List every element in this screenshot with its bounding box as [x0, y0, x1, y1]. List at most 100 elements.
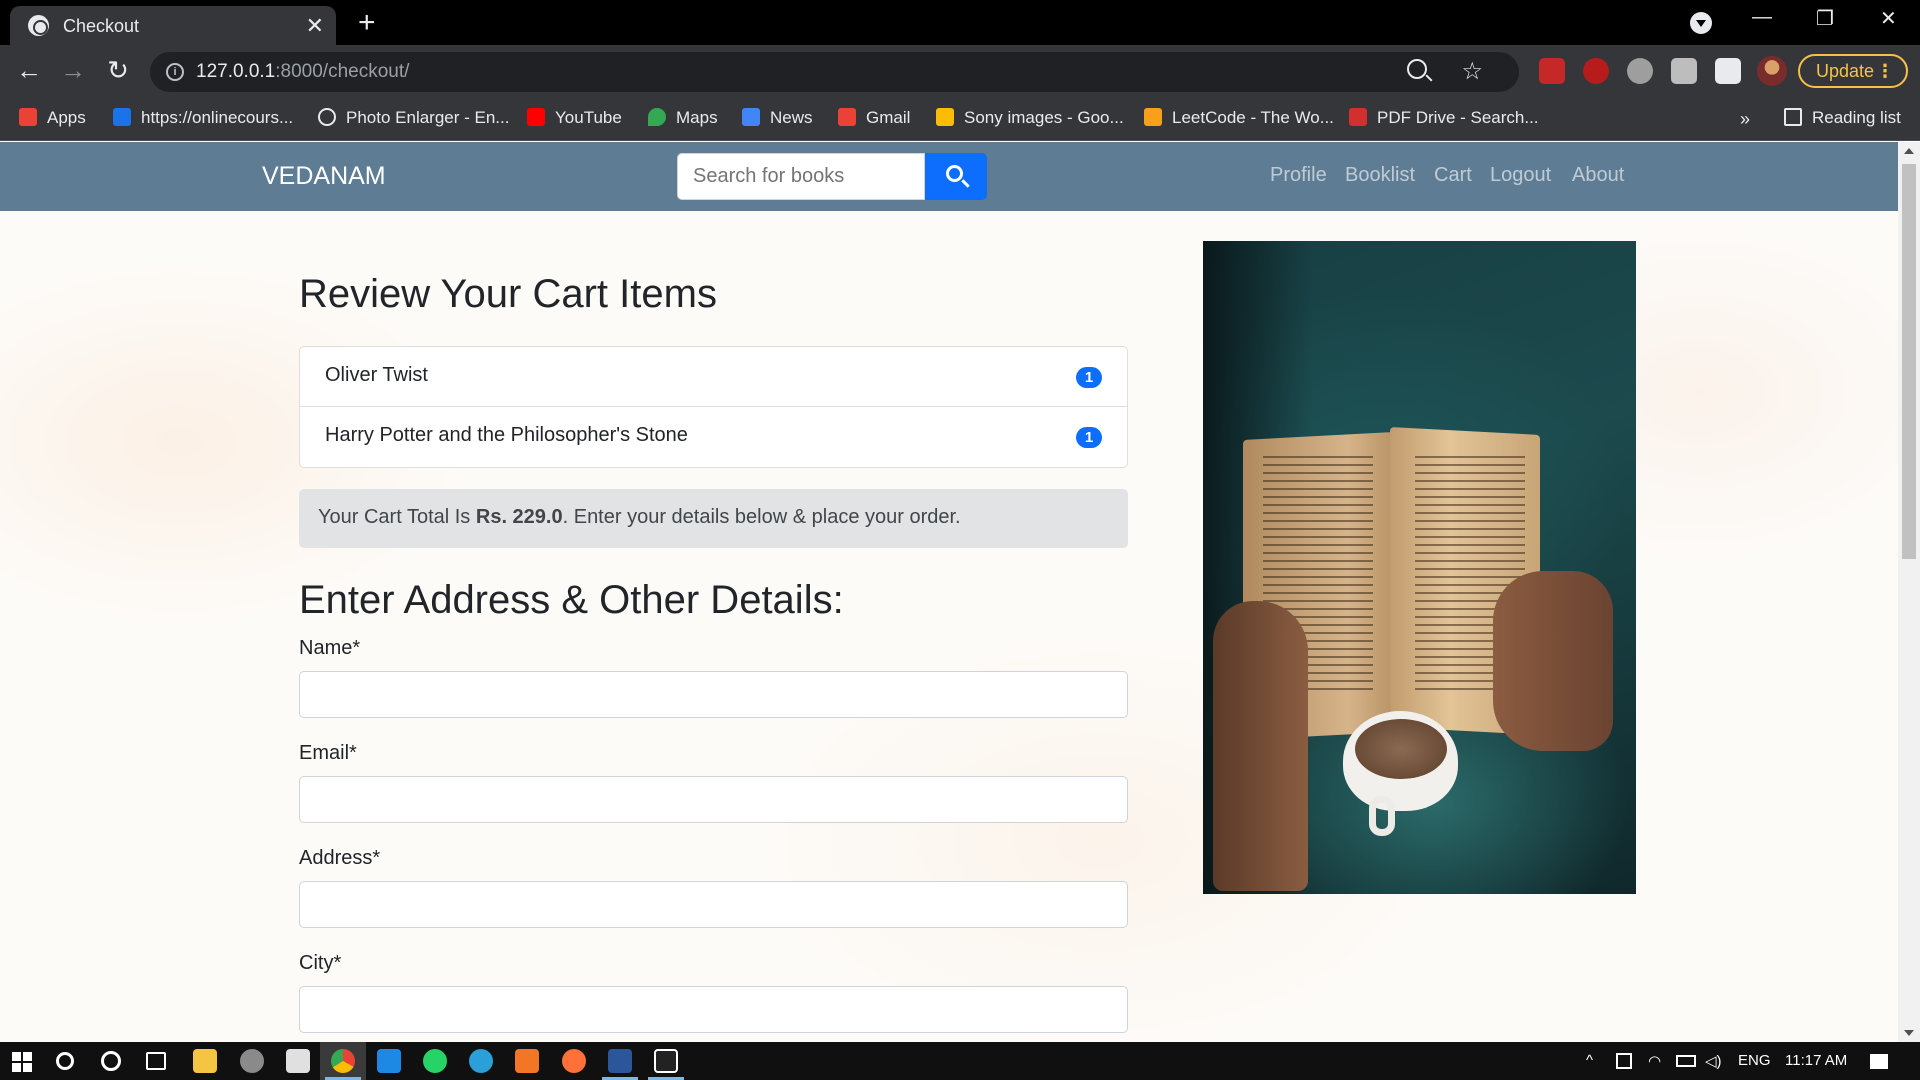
chrome-icon[interactable]: [331, 1049, 355, 1073]
cart-items-list: Oliver Twist 1 Harry Potter and the Phil…: [299, 346, 1128, 468]
name-field[interactable]: [299, 671, 1128, 718]
notifications-icon[interactable]: [1870, 1054, 1888, 1069]
bookmark-star-icon[interactable]: ☆: [1461, 57, 1483, 86]
reading-list-button[interactable]: Reading list: [1784, 105, 1901, 131]
bookmark-leetcode[interactable]: LeetCode - The Wo...: [1144, 105, 1334, 131]
windows-start-icon[interactable]: [12, 1052, 32, 1072]
whatsapp-icon[interactable]: [423, 1049, 447, 1073]
browser-tab-strip: Checkout ✕ + — ❐ ✕: [0, 0, 1920, 45]
tab-checkout[interactable]: Checkout ✕: [10, 6, 336, 45]
search-icon[interactable]: [56, 1052, 74, 1070]
firefox-icon[interactable]: [562, 1049, 586, 1073]
bookmark-pdf-drive[interactable]: PDF Drive - Search...: [1349, 105, 1539, 131]
edge-icon[interactable]: [469, 1049, 493, 1073]
address-bar[interactable]: i 127.0.0.1:8000/checkout/ ☆: [150, 52, 1519, 92]
cortana-icon[interactable]: [101, 1051, 121, 1071]
cart-heading: Review Your Cart Items: [299, 272, 717, 316]
page-scrollbar[interactable]: [1898, 142, 1920, 1042]
bookmark-apps[interactable]: Apps: [19, 105, 86, 131]
menu-dots-icon[interactable]: ⋮: [1876, 56, 1894, 86]
site-brand[interactable]: VEDANAM: [262, 162, 386, 191]
device-icon[interactable]: [1616, 1053, 1632, 1069]
show-hidden-icons-icon[interactable]: ^: [1586, 1052, 1593, 1069]
store-icon[interactable]: [286, 1049, 310, 1073]
search-icon: [946, 165, 963, 182]
extensions-puzzle-icon[interactable]: [1715, 58, 1741, 84]
nav-cart[interactable]: Cart: [1434, 164, 1472, 187]
nav-logout[interactable]: Logout: [1490, 164, 1551, 187]
pocket-extension-icon[interactable]: [1539, 58, 1565, 84]
clock[interactable]: 11:17 AM: [1785, 1052, 1847, 1069]
bookmark-onlinecourses[interactable]: https://onlinecours...: [113, 105, 293, 131]
cart-total-amount: Rs. 229.0: [475, 506, 563, 528]
extension-plane-icon[interactable]: [1671, 58, 1697, 84]
media-player-icon[interactable]: [240, 1049, 264, 1073]
forward-arrow-icon[interactable]: →: [58, 55, 88, 86]
profile-avatar[interactable]: [1757, 56, 1787, 86]
windows-taskbar: ^ ◠ ◁) ENG 11:17 AM: [0, 1042, 1920, 1080]
cart-item: Oliver Twist 1: [300, 347, 1127, 407]
bookmark-photo-enlarger[interactable]: Photo Enlarger - En...: [318, 105, 509, 131]
page-viewport: VEDANAM Profile Booklist Cart Logout Abo…: [0, 142, 1898, 1042]
mail-icon[interactable]: [377, 1049, 401, 1073]
task-view-icon[interactable]: [146, 1052, 166, 1070]
globe-icon: [28, 15, 49, 36]
address-label: Address*: [299, 847, 381, 869]
browser-toolbar: ← → ↻ i 127.0.0.1:8000/checkout/ ☆ Updat…: [0, 45, 1920, 97]
update-button[interactable]: Update ⋮: [1798, 54, 1908, 88]
book-and-coffee-image: [1203, 241, 1636, 894]
extension-cloud-icon[interactable]: [1627, 58, 1653, 84]
leetcode-icon: [1144, 108, 1162, 126]
address-field[interactable]: [299, 881, 1128, 928]
url-text[interactable]: 127.0.0.1:8000/checkout/: [196, 61, 409, 83]
bookmark-sony-images[interactable]: Sony images - Goo...: [936, 105, 1124, 131]
city-field[interactable]: [299, 986, 1128, 1033]
magnifier-icon: [318, 108, 336, 126]
zoom-icon[interactable]: [1407, 59, 1427, 79]
quantity-badge: 1: [1076, 367, 1102, 388]
nav-profile[interactable]: Profile: [1270, 164, 1327, 187]
close-tab-icon[interactable]: ✕: [306, 13, 324, 39]
battery-icon[interactable]: [1676, 1055, 1696, 1067]
pdf-drive-icon: [1349, 108, 1367, 126]
news-icon: [742, 108, 760, 126]
details-heading: Enter Address & Other Details:: [299, 578, 844, 622]
scroll-thumb[interactable]: [1902, 164, 1916, 559]
maps-pin-icon: [648, 108, 666, 126]
bookmark-maps[interactable]: Maps: [648, 105, 718, 131]
terminal-icon[interactable]: [654, 1049, 678, 1073]
book-search-input[interactable]: [677, 153, 925, 200]
tab-title: Checkout: [63, 16, 140, 36]
word-icon[interactable]: [608, 1049, 632, 1073]
close-window-button[interactable]: ✕: [1880, 6, 1897, 31]
nav-about[interactable]: About: [1572, 164, 1624, 187]
back-arrow-icon[interactable]: ←: [14, 55, 44, 86]
wifi-icon[interactable]: ◠: [1648, 1052, 1661, 1070]
site-navbar: VEDANAM Profile Booklist Cart Logout Abo…: [0, 142, 1898, 211]
restore-button[interactable]: ❐: [1816, 6, 1834, 31]
nav-booklist[interactable]: Booklist: [1345, 164, 1415, 187]
scroll-down-icon[interactable]: [1904, 1030, 1914, 1036]
cart-item-title: Harry Potter and the Philosopher's Stone: [325, 424, 688, 446]
extension-red-icon[interactable]: [1583, 58, 1609, 84]
site-info-icon[interactable]: i: [166, 63, 184, 81]
reload-icon[interactable]: ↻: [103, 55, 133, 86]
file-explorer-icon[interactable]: [193, 1049, 217, 1073]
jupyter-icon[interactable]: [515, 1049, 539, 1073]
language-indicator[interactable]: ENG: [1738, 1052, 1771, 1069]
bookmark-youtube[interactable]: YouTube: [527, 105, 622, 131]
new-tab-button[interactable]: +: [358, 6, 376, 40]
volume-icon[interactable]: ◁): [1705, 1052, 1722, 1070]
search-button[interactable]: [925, 153, 987, 200]
bookmark-gmail[interactable]: Gmail: [838, 105, 910, 131]
minimize-button[interactable]: —: [1752, 6, 1772, 29]
more-bookmarks-icon[interactable]: »: [1740, 109, 1750, 130]
quantity-badge: 1: [1076, 427, 1102, 448]
email-field[interactable]: [299, 776, 1128, 823]
city-label: City*: [299, 952, 342, 974]
name-label: Name*: [299, 637, 361, 659]
bookmark-news[interactable]: News: [742, 105, 813, 131]
cart-item: Harry Potter and the Philosopher's Stone…: [300, 407, 1127, 467]
scroll-up-icon[interactable]: [1904, 148, 1914, 154]
tab-search-icon[interactable]: [1690, 12, 1712, 34]
